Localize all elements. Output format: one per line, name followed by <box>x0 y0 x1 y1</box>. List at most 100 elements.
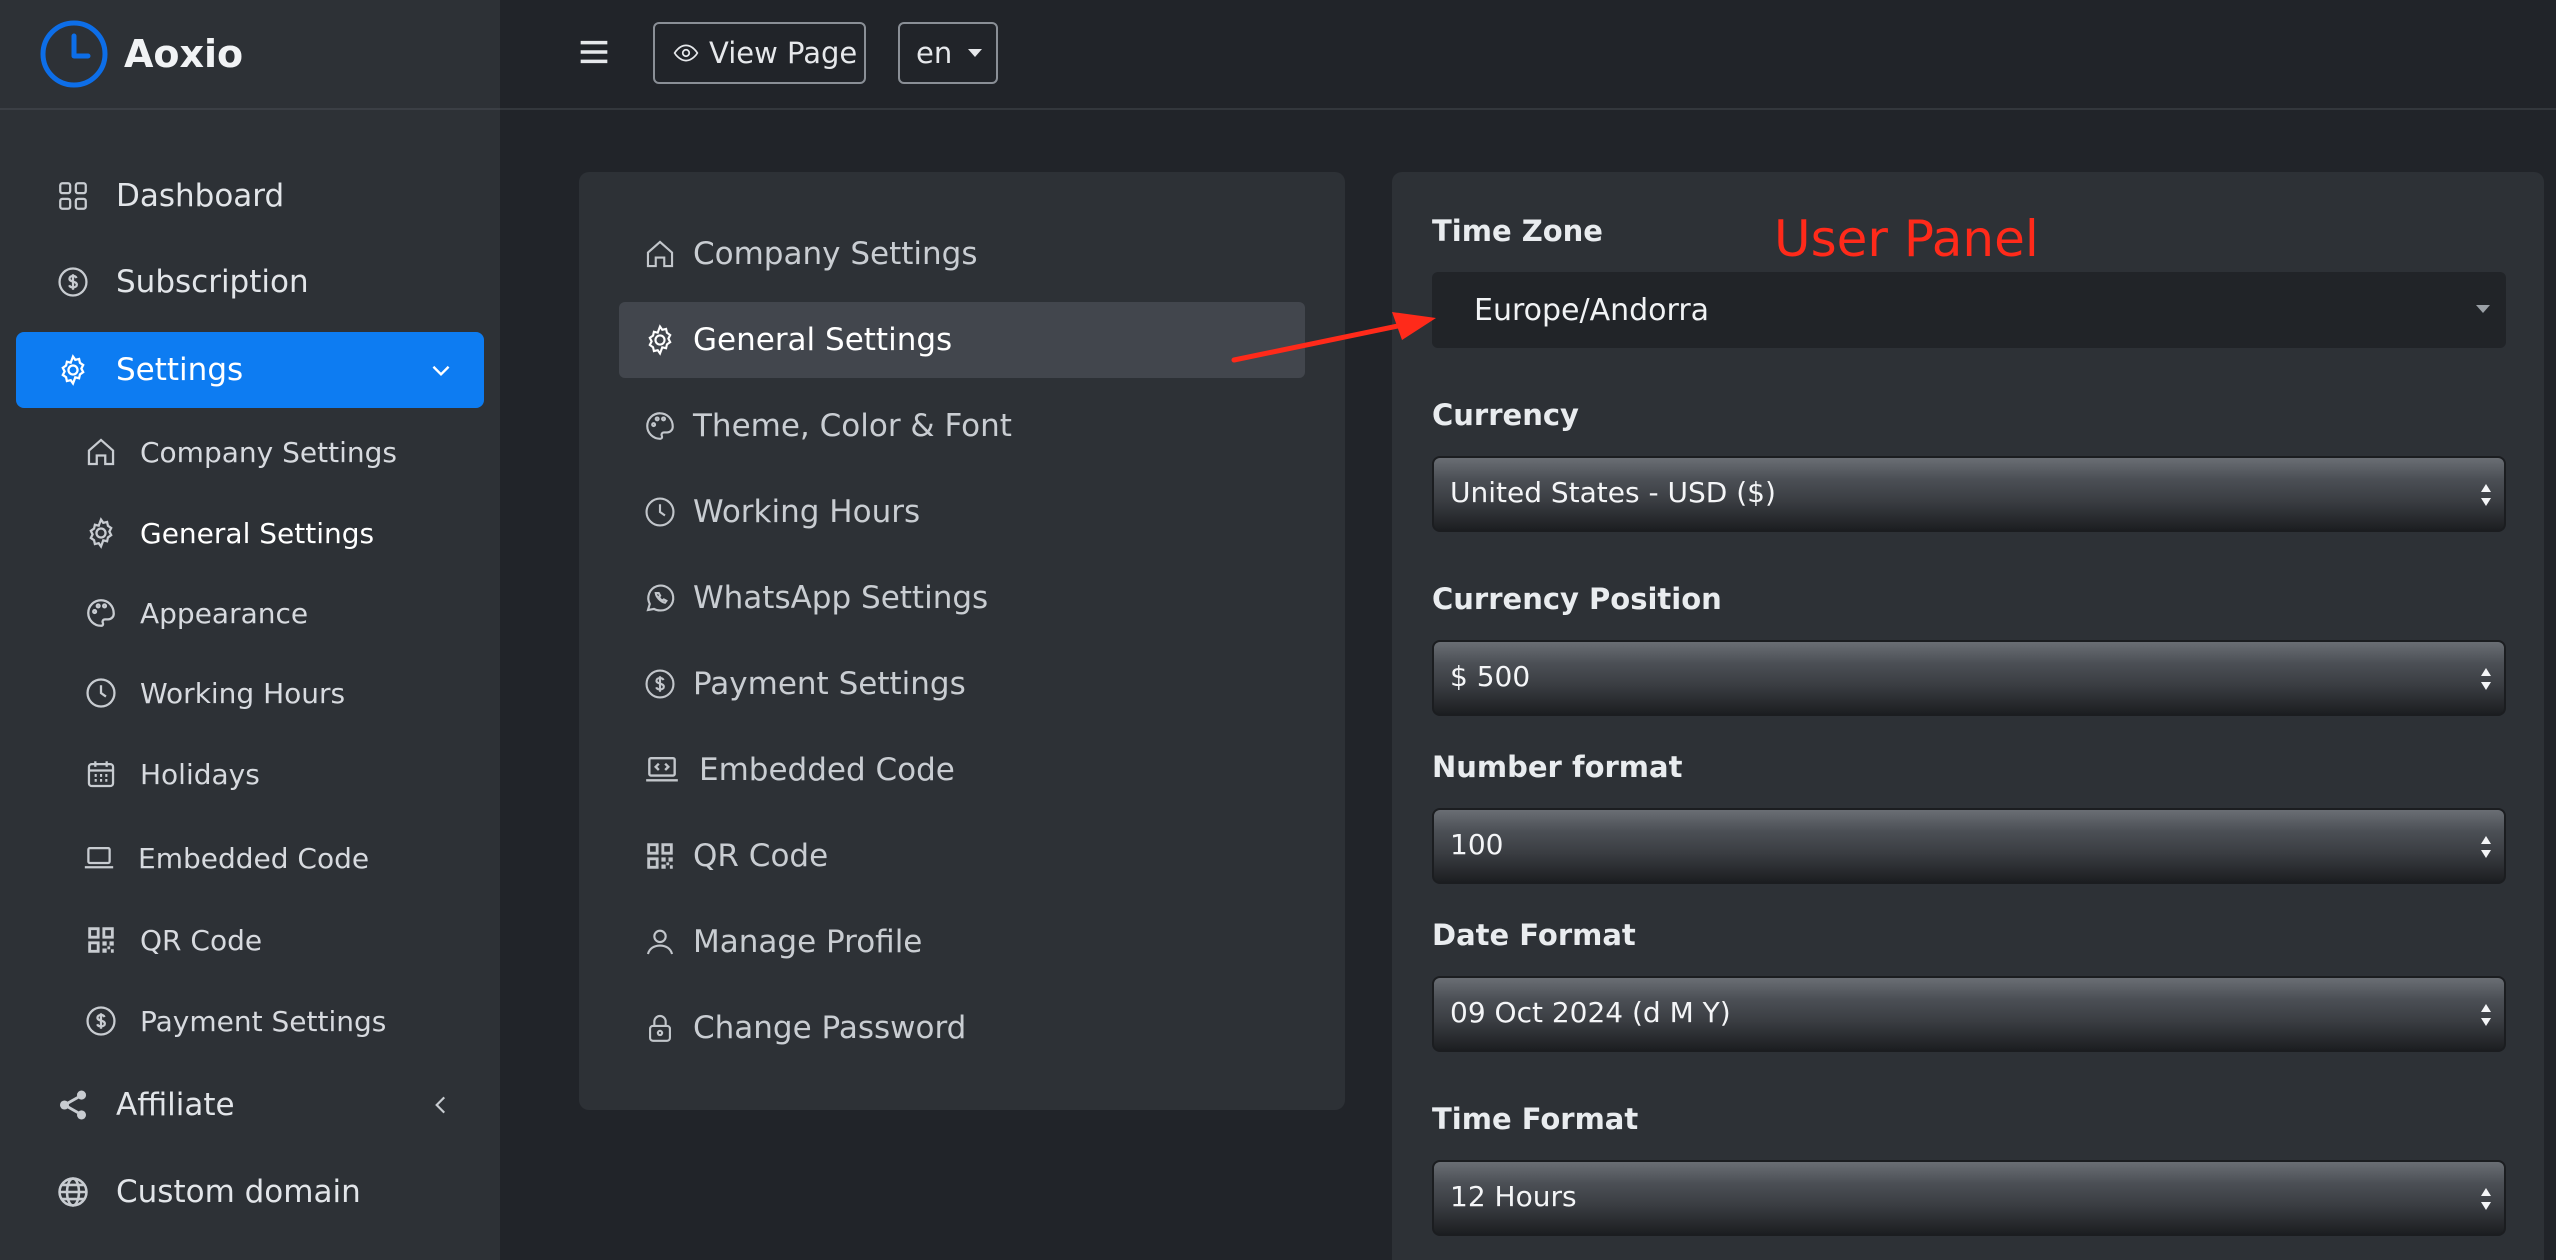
sidebar-item-dashboard[interactable]: Dashboard <box>16 158 484 234</box>
sidebar-subitem-payment-settings[interactable]: Payment Settings <box>84 991 386 1051</box>
hamburger-menu-icon[interactable] <box>578 36 610 68</box>
sidebar-subitem-appearance[interactable]: Appearance <box>84 583 308 643</box>
select-arrows-icon <box>2481 836 2491 858</box>
dollar-circle-icon <box>58 267 88 297</box>
sidebar-subitem-general-settings[interactable]: General Settings <box>84 503 374 563</box>
laptop-code-icon <box>646 756 678 782</box>
sidebar-subitem-qr-code[interactable]: QR Code <box>84 910 262 970</box>
gear-icon <box>648 324 672 356</box>
settings-menu-qr-code[interactable]: QR Code <box>619 818 1305 894</box>
lock-icon <box>649 1014 671 1042</box>
laptop-icon <box>84 846 114 869</box>
settings-menu-embedded-code[interactable]: Embedded Code <box>619 732 1305 808</box>
top-bar: View Page en <box>500 0 2556 110</box>
calendar-icon <box>87 761 115 788</box>
general-settings-form: Time Zone Europe/Andorra Currency United… <box>1392 172 2544 1260</box>
sidebar-item-label: Affiliate <box>116 1087 235 1123</box>
number-format-value: 100 <box>1450 828 1504 861</box>
sidebar-subitem-label: General Settings <box>140 516 375 550</box>
clock-logo-icon <box>40 20 108 88</box>
home-icon <box>87 438 115 466</box>
sidebar-subitem-label: Payment Settings <box>140 1004 387 1038</box>
view-page-button[interactable]: View Page <box>653 22 866 84</box>
caret-down-icon <box>2476 305 2490 313</box>
settings-menu-whatsapp-settings[interactable]: WhatsApp Settings <box>619 560 1305 636</box>
sidebar-item-settings[interactable]: Settings <box>16 332 484 408</box>
time-zone-select[interactable]: Europe/Andorra <box>1432 272 2506 348</box>
currency-position-label: Currency Position <box>1432 582 1722 616</box>
clock-icon <box>86 678 116 708</box>
settings-menu-label: Company Settings <box>693 236 978 272</box>
settings-menu-company-settings[interactable]: Company Settings <box>619 216 1305 292</box>
sidebar-item-subscription[interactable]: Subscription <box>16 244 484 320</box>
settings-menu-label: WhatsApp Settings <box>693 580 989 616</box>
number-format-select[interactable]: 100 <box>1432 808 2506 884</box>
sidebar-item-affiliate[interactable]: Affiliate <box>16 1067 484 1143</box>
sidebar-item-custom-domain[interactable]: Custom domain <box>16 1154 484 1230</box>
time-format-value: 12 Hours <box>1450 1180 1577 1213</box>
language-dropdown[interactable]: en <box>898 22 998 84</box>
currency-select[interactable]: United States - USD ($) <box>1432 456 2506 532</box>
sidebar-item-label: Custom domain <box>116 1174 361 1210</box>
sidebar-subitem-working-hours[interactable]: Working Hours <box>84 663 345 723</box>
settings-menu-label: Payment Settings <box>693 666 966 702</box>
settings-menu-working-hours[interactable]: Working Hours <box>619 474 1305 550</box>
settings-menu-label: Working Hours <box>693 494 921 530</box>
qr-icon <box>88 927 114 953</box>
eye-icon <box>673 44 699 62</box>
time-format-select[interactable]: 12 Hours <box>1432 1160 2506 1236</box>
settings-menu-payment-settings[interactable]: Payment Settings <box>619 646 1305 722</box>
home-icon <box>646 240 674 268</box>
brand[interactable]: Aoxio <box>0 0 500 110</box>
caret-down-icon <box>968 49 983 57</box>
settings-menu-label: Manage Profile <box>693 924 923 960</box>
sidebar: Aoxio Dashboard Subscription Settings Co… <box>0 0 500 1260</box>
settings-menu-theme-color-font[interactable]: Theme, Color & Font <box>619 388 1305 464</box>
select-arrows-icon <box>2481 668 2491 690</box>
brand-name: Aoxio <box>124 32 244 76</box>
language-label: en <box>916 36 953 70</box>
settings-menu-change-password[interactable]: Change Password <box>619 990 1305 1066</box>
sidebar-item-label: Settings <box>116 352 244 388</box>
view-page-label: View Page <box>709 36 858 70</box>
user-icon <box>646 929 674 955</box>
sidebar-item-label: Subscription <box>116 264 309 300</box>
number-format-label: Number format <box>1432 750 1683 784</box>
sidebar-item-label: Dashboard <box>116 178 285 214</box>
sidebar-subitem-company-settings[interactable]: Company Settings <box>84 422 397 482</box>
share-icon <box>59 1090 87 1120</box>
sidebar-subitem-label: Holidays <box>140 757 260 791</box>
currency-position-select[interactable]: $ 500 <box>1432 640 2506 716</box>
palette-icon <box>87 599 115 627</box>
select-arrows-icon <box>2481 1188 2491 1210</box>
currency-position-value: $ 500 <box>1450 660 1531 693</box>
settings-menu-label: Embedded Code <box>699 752 955 788</box>
globe-icon <box>58 1177 88 1207</box>
settings-menu-general-settings[interactable]: General Settings <box>619 302 1305 378</box>
date-format-value: 09 Oct 2024 (d M Y) <box>1450 996 1731 1029</box>
select-arrows-icon <box>2481 484 2491 506</box>
settings-menu-label: Change Password <box>693 1010 967 1046</box>
sidebar-subitem-label: Embedded Code <box>138 841 370 875</box>
palette-icon <box>646 412 674 440</box>
currency-label: Currency <box>1432 398 1579 432</box>
gear-icon <box>61 354 85 386</box>
settings-menu-label: General Settings <box>693 322 953 358</box>
time-format-label: Time Format <box>1432 1102 1639 1136</box>
dollar-circle-icon <box>86 1006 116 1036</box>
select-arrows-icon <box>2481 1004 2491 1026</box>
dollar-circle-icon <box>645 669 675 699</box>
clock-icon <box>645 497 675 527</box>
annotation-label: User Panel <box>1774 210 2039 268</box>
date-format-select[interactable]: 09 Oct 2024 (d M Y) <box>1432 976 2506 1052</box>
whatsapp-icon <box>646 584 675 612</box>
settings-menu-label: QR Code <box>693 838 829 874</box>
sidebar-subitem-label: Working Hours <box>140 676 346 710</box>
sidebar-subitem-holidays[interactable]: Holidays <box>84 744 260 804</box>
sidebar-subitem-label: Appearance <box>140 596 309 630</box>
qr-icon <box>647 843 673 869</box>
time-zone-value: Europe/Andorra <box>1474 292 1710 328</box>
settings-menu-manage-profile[interactable]: Manage Profile <box>619 904 1305 980</box>
sidebar-subitem-embedded-code[interactable]: Embedded Code <box>82 828 369 888</box>
settings-menu-label: Theme, Color & Font <box>693 408 1012 444</box>
